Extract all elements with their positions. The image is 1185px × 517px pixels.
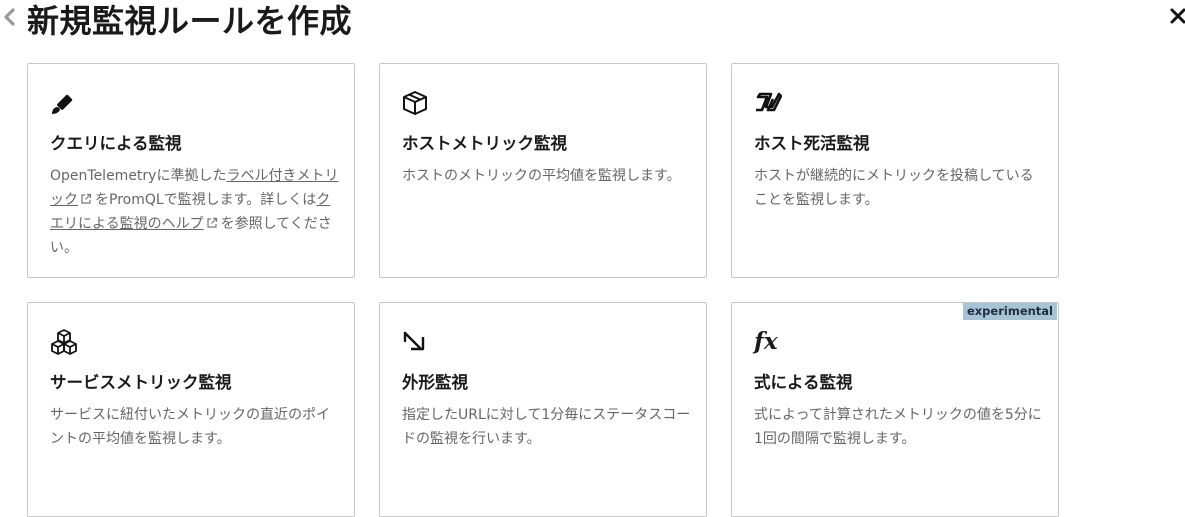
external-check-icon — [403, 331, 425, 351]
cubes-icon — [51, 329, 77, 355]
card-title: クエリによる監視 — [50, 134, 182, 153]
heartbeat-icon — [756, 92, 782, 112]
experimental-badge: experimental — [962, 303, 1057, 320]
page-title: 新規監視ルールを作成 — [27, 2, 353, 40]
card-description: ホストが継続的にメトリックを投稿していることを監視します。 — [754, 168, 1034, 208]
card-title: ホスト死活監視 — [754, 134, 870, 153]
card-description: ホストのメトリックの平均値を監視します。 — [402, 168, 681, 184]
card-description: サービスに紐付いたメトリックの直近のポイントの平均値を監視します。 — [50, 407, 330, 447]
card-description: 指定したURLに対して1分毎にステータスコードの監視を行います。 — [402, 407, 691, 447]
card-query-monitor[interactable]: クエリによる監視 OpenTelemetryに準拠したラベル付きメトリック をP… — [27, 63, 355, 278]
card-external-monitor[interactable]: 外形監視 指定したURLに対して1分毎にステータスコードの監視を行います。 — [379, 302, 707, 517]
card-title: サービスメトリック監視 — [50, 373, 232, 392]
close-icon[interactable] — [1169, 7, 1185, 25]
card-title: 外形監視 — [402, 373, 468, 392]
cube-icon — [403, 91, 427, 115]
card-description: 式によって計算されたメトリックの値を5分に1回の間隔で監視します。 — [754, 407, 1042, 447]
brush-icon — [52, 94, 73, 114]
external-link-icon — [206, 217, 217, 228]
card-expression-monitor[interactable]: experimental fx 式による監視 式によって計算されたメトリックの値… — [731, 302, 1059, 517]
external-link-icon — [81, 193, 92, 204]
page-header: 新規監視ルールを作成 — [0, 0, 1185, 40]
card-description: OpenTelemetryに準拠したラベル付きメトリック をPromQLで監視し… — [50, 168, 339, 256]
card-host-metric-monitor[interactable]: ホストメトリック監視 ホストのメトリックの平均値を監視します。 — [379, 63, 707, 278]
chevron-left-icon[interactable] — [2, 7, 16, 27]
card-title: ホストメトリック監視 — [402, 134, 567, 153]
card-host-heartbeat-monitor[interactable]: ホスト死活監視 ホストが継続的にメトリックを投稿していることを監視します。 — [731, 63, 1059, 278]
fx-icon: fx — [754, 328, 778, 355]
card-title: 式による監視 — [754, 373, 853, 392]
card-service-metric-monitor[interactable]: サービスメトリック監視 サービスに紐付いたメトリックの直近のポイントの平均値を監… — [27, 302, 355, 517]
